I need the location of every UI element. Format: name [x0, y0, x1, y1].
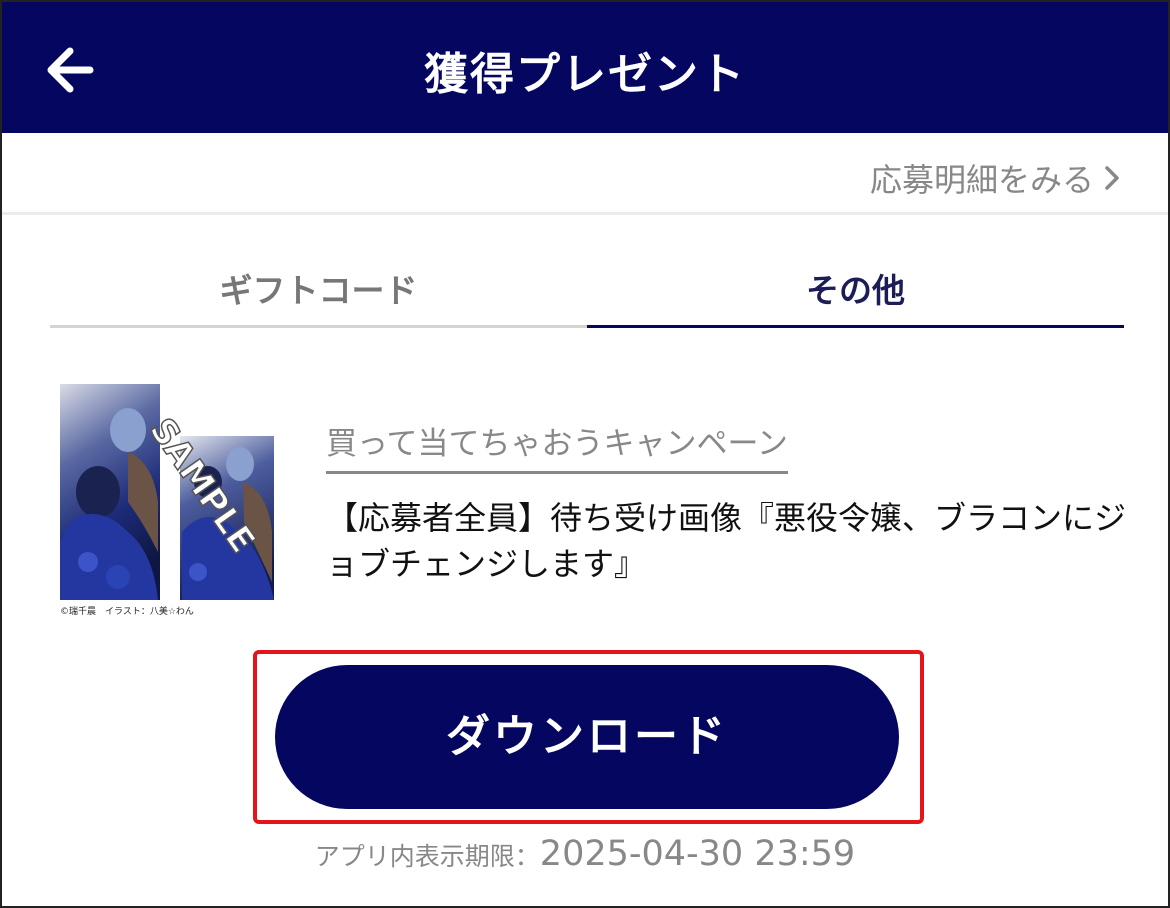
expiry-date: 2025-04-30 23:59 — [539, 834, 856, 874]
prize-title: 【応募者全員】待ち受け画像『悪役令嬢、ブラコンにジョブチェンジします』 — [326, 499, 1127, 583]
display-expiry: アプリ内表示期限：2025-04-30 23:59 — [2, 834, 1168, 874]
subbar: 応募明細をみる — [2, 133, 1168, 215]
page-title: 獲得プレゼント — [424, 49, 746, 100]
campaign-link[interactable]: 買って当てちゃおうキャンペーン — [326, 418, 788, 474]
tab-bar: ギフトコード その他 — [50, 216, 1124, 328]
tab-other[interactable]: その他 — [587, 216, 1124, 328]
application-details-link[interactable]: 応募明細をみる — [870, 155, 1120, 201]
expiry-label: アプリ内表示期限： — [314, 842, 540, 871]
header: 獲得プレゼント — [2, 2, 1168, 133]
prize-thumbnail: SAMPLE ©瑞千晨 イラスト：八美☆わん — [58, 382, 278, 618]
application-details-label: 応募明細をみる — [869, 161, 1094, 199]
tab-gift-code[interactable]: ギフトコード — [50, 216, 587, 328]
thumbnail-credit: ©瑞千晨 イラスト：八美☆わん — [60, 605, 194, 617]
app-screen: 獲得プレゼント 応募明細をみる ギフトコード その他 SAMPLE ©瑞千晨 イ… — [0, 0, 1170, 908]
chevron-right-icon — [1105, 166, 1119, 190]
download-button[interactable]: ダウンロード — [275, 665, 899, 809]
